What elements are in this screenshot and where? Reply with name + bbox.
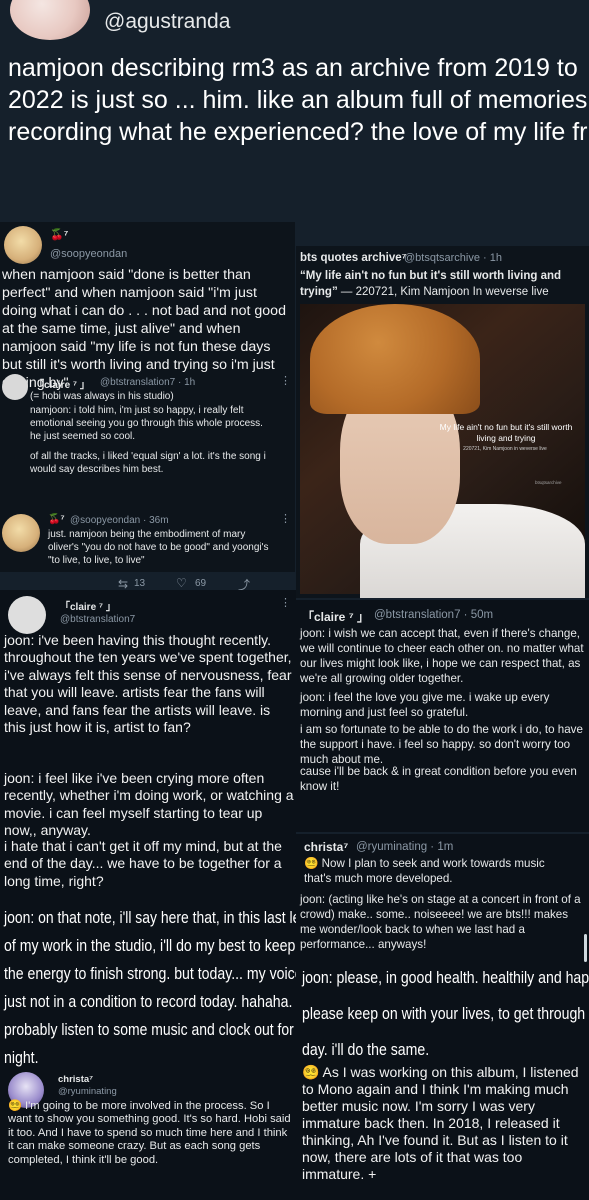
avatar[interactable]	[2, 514, 40, 552]
tweet-text: i am so fortunate to be able to do the w…	[300, 723, 583, 766]
author-handle[interactable]: @ryuminating	[58, 1086, 117, 1097]
tweet-card-right-mid: 「claire ⁷ 」 @btstranslation7 · 50m joon:…	[296, 600, 589, 832]
tweet-text: 😵‍💫 I'm going to be more involved in the…	[8, 1100, 291, 1166]
tweet-card-right-top: bts quotes archive⁷ @btsqtsarchive · 1h …	[296, 246, 589, 598]
author-name[interactable]: christa⁷	[304, 840, 348, 854]
condensed-line: just not in a condition to record today.…	[4, 992, 296, 1011]
tweet-card-left-bottom: christa⁷ @ryuminating 😵‍💫 I'm going to b…	[0, 1072, 296, 1200]
author-handle[interactable]: @ryuminating · 1m	[356, 841, 453, 853]
more-icon[interactable]: ⋮	[280, 596, 291, 609]
like-count: 69	[195, 578, 207, 589]
quote-handle[interactable]: @btstranslation7 · 1h	[100, 377, 195, 388]
main-handle[interactable]: @agustranda	[104, 10, 230, 34]
more-icon[interactable]: ⋮	[280, 512, 291, 525]
condensed-line: day. i'll do the same.	[302, 1040, 430, 1059]
avatar[interactable]	[4, 226, 42, 264]
tweet-card-right-christa: christa⁷ @ryuminating · 1m 😵‍💫 Now I pla…	[296, 834, 589, 962]
tweet-text: joon: i've been having this thought rece…	[4, 632, 292, 736]
author-handle[interactable]: @btsqtsarchive · 1h	[404, 252, 502, 264]
tweet-text: joon: i wish we can accept that, even if…	[300, 627, 584, 685]
more-icon[interactable]: ⋮	[280, 374, 291, 387]
condensed-line: night.	[4, 1048, 39, 1067]
author-name[interactable]: christa⁷	[58, 1074, 93, 1085]
tweet-card-left-mid: 「claire ⁷ 」 @btstranslation7 ⋮ joon: i'v…	[0, 590, 296, 904]
tweet-text: joon: i feel the love you give me. i wak…	[300, 691, 550, 719]
quote-author-name[interactable]: 「claire ⁷ 」	[34, 376, 90, 391]
tweet-text: i hate that i can't get it off my mind, …	[4, 838, 282, 889]
photo-caption: My life ain't no fun but it's still wort…	[439, 422, 573, 443]
quote-line: of all the tracks, i liked 'equal sign' …	[30, 451, 266, 475]
author-handle[interactable]: @btstranslation7	[60, 614, 135, 625]
scrollbar[interactable]	[584, 934, 587, 962]
photo-beanie	[310, 304, 480, 414]
tweet-text: when namjoon said "done is better than p…	[2, 267, 286, 391]
tweet-card-left-top: 🍒⁷ @soopyeondan when namjoon said "done …	[0, 222, 295, 572]
like-icon[interactable]: ♡	[176, 576, 187, 590]
avatar[interactable]	[2, 374, 28, 400]
author-name[interactable]: 「claire ⁷ 」	[302, 608, 369, 625]
tweet-text: “My life ain't no fun but it's still wor…	[300, 268, 586, 300]
condensed-line: probably listen to some music and clock …	[4, 1020, 296, 1039]
condensed-line: please keep on with your lives, to get t…	[302, 1004, 589, 1023]
photo-watermark: btsqtsarchive	[535, 480, 562, 485]
quote-line: (= hobi was always in his studio)	[30, 391, 174, 402]
tweet-text: joon: (acting like he's on stage at a co…	[300, 893, 581, 951]
reply-author-name[interactable]: 🍒⁷	[48, 514, 65, 525]
avatar[interactable]	[10, 0, 90, 40]
tweet-card-right-bottom: 😵‍💫 As I was working on this album, I li…	[296, 1064, 589, 1200]
tweet-card-left-condensed: joon: on that note, i'll say here that, …	[0, 902, 296, 1072]
condensed-line: joon: please, in good health. healthily …	[302, 968, 589, 987]
tweet-text: cause i'll be back & in great condition …	[300, 765, 577, 793]
main-tweet-text: namjoon describing rm3 as an archive fro…	[8, 54, 588, 146]
avatar[interactable]	[8, 596, 46, 634]
author-name[interactable]: 🍒⁷	[50, 228, 68, 241]
author-handle[interactable]: @btstranslation7 · 50m	[374, 609, 493, 621]
author-handle[interactable]: @soopyeondan	[50, 248, 127, 260]
retweet-count: 13	[134, 578, 146, 589]
tweet-text: 😵‍💫 Now I plan to seek and work towards …	[304, 857, 545, 885]
retweet-icon[interactable]: ⇆	[118, 577, 128, 591]
quote-line: namjoon: i told him, i'm just so happy, …	[30, 405, 263, 442]
author-name[interactable]: 「claire ⁷ 」	[60, 598, 116, 613]
tweet-text: 😵‍💫 As I was working on this album, I li…	[302, 1064, 579, 1182]
condensed-line: of my work in the studio, i'll do my bes…	[4, 936, 296, 955]
tweet-card-right-condensed: joon: please, in good health. healthily …	[296, 962, 589, 1066]
tweet-photo[interactable]: My life ain't no fun but it's still wort…	[300, 304, 585, 598]
tweet-text: joon: i feel like i've been crying more …	[4, 770, 294, 839]
reply-handle[interactable]: @soopyeondan · 36m	[70, 515, 169, 526]
reply-text: just. namjoon being the embodiment of ma…	[48, 529, 269, 566]
author-name[interactable]: bts quotes archive⁷	[300, 252, 406, 264]
quote-attribution: — 220721, Kim Namjoon In weverse live	[337, 286, 549, 298]
condensed-line: joon: on that note, i'll say here that, …	[4, 908, 296, 927]
condensed-line: the energy to finish strong. but today..…	[4, 964, 296, 983]
photo-caption-small: 220721, Kim Namjoon in weverse live	[463, 446, 547, 452]
